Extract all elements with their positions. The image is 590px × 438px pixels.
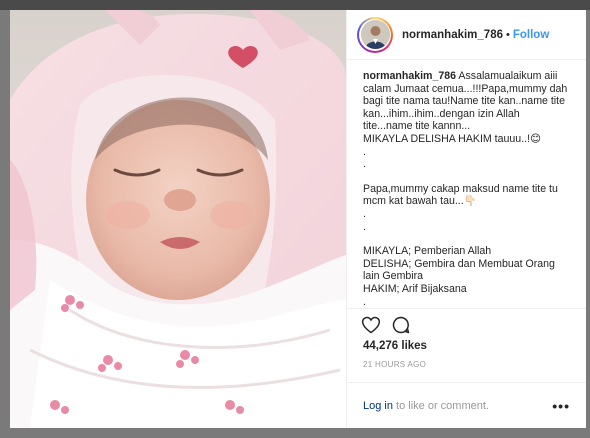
avatar[interactable]	[357, 16, 393, 53]
likes-count[interactable]: 44,276 likes	[347, 340, 586, 358]
post-actions	[347, 308, 586, 340]
comment-prompt: to like or comment.	[392, 399, 489, 412]
caption-username[interactable]: normanhakim_786	[363, 70, 456, 82]
follow-button[interactable]: Follow	[513, 29, 549, 41]
caption-line: DELISHA; Gembira dan Membuat Orang lain …	[363, 257, 558, 283]
caption-line: .	[363, 145, 366, 158]
caption-line: .	[363, 295, 366, 308]
post-modal: normanhakim_786 • Follow normanhakim_786…	[10, 10, 586, 428]
caption-line: .	[363, 220, 366, 233]
caption-line: MIKAYLA DELISHA HAKIM tauuu..!😊	[363, 132, 542, 145]
caption-line: .	[363, 207, 366, 220]
avatar-image	[360, 20, 390, 49]
comment-bar: Log in to like or comment. •••	[347, 382, 586, 428]
heart-icon[interactable]	[361, 315, 381, 335]
post-header: normanhakim_786 • Follow	[347, 10, 586, 60]
separator-dot: •	[506, 28, 510, 41]
profile-person-icon	[360, 20, 390, 49]
post-photo[interactable]	[10, 10, 346, 428]
post-caption: normanhakim_786 Assalamualaikum aiii cal…	[347, 60, 586, 308]
post-timestamp[interactable]: 21 HOURS AGO	[347, 358, 586, 374]
caption-line: .	[363, 158, 366, 171]
header-username[interactable]: normanhakim_786	[402, 29, 503, 41]
login-link[interactable]: Log in	[363, 400, 393, 412]
more-options-icon[interactable]: •••	[552, 398, 570, 414]
baby-photo-illustration	[10, 10, 346, 428]
post-sidebar: normanhakim_786 • Follow normanhakim_786…	[346, 10, 586, 428]
caption-line: HAKIM; Arif Bijaksana	[363, 282, 467, 295]
caption-line: Papa,mummy cakap maksud name tite tu mcm…	[363, 182, 561, 208]
caption-first-line: normanhakim_786 Assalamualaikum aiii cal…	[363, 70, 571, 133]
caption-line: MIKAYLA; Pemberian Allah	[363, 245, 492, 258]
backdrop	[0, 0, 590, 10]
comment-icon[interactable]	[391, 315, 411, 335]
